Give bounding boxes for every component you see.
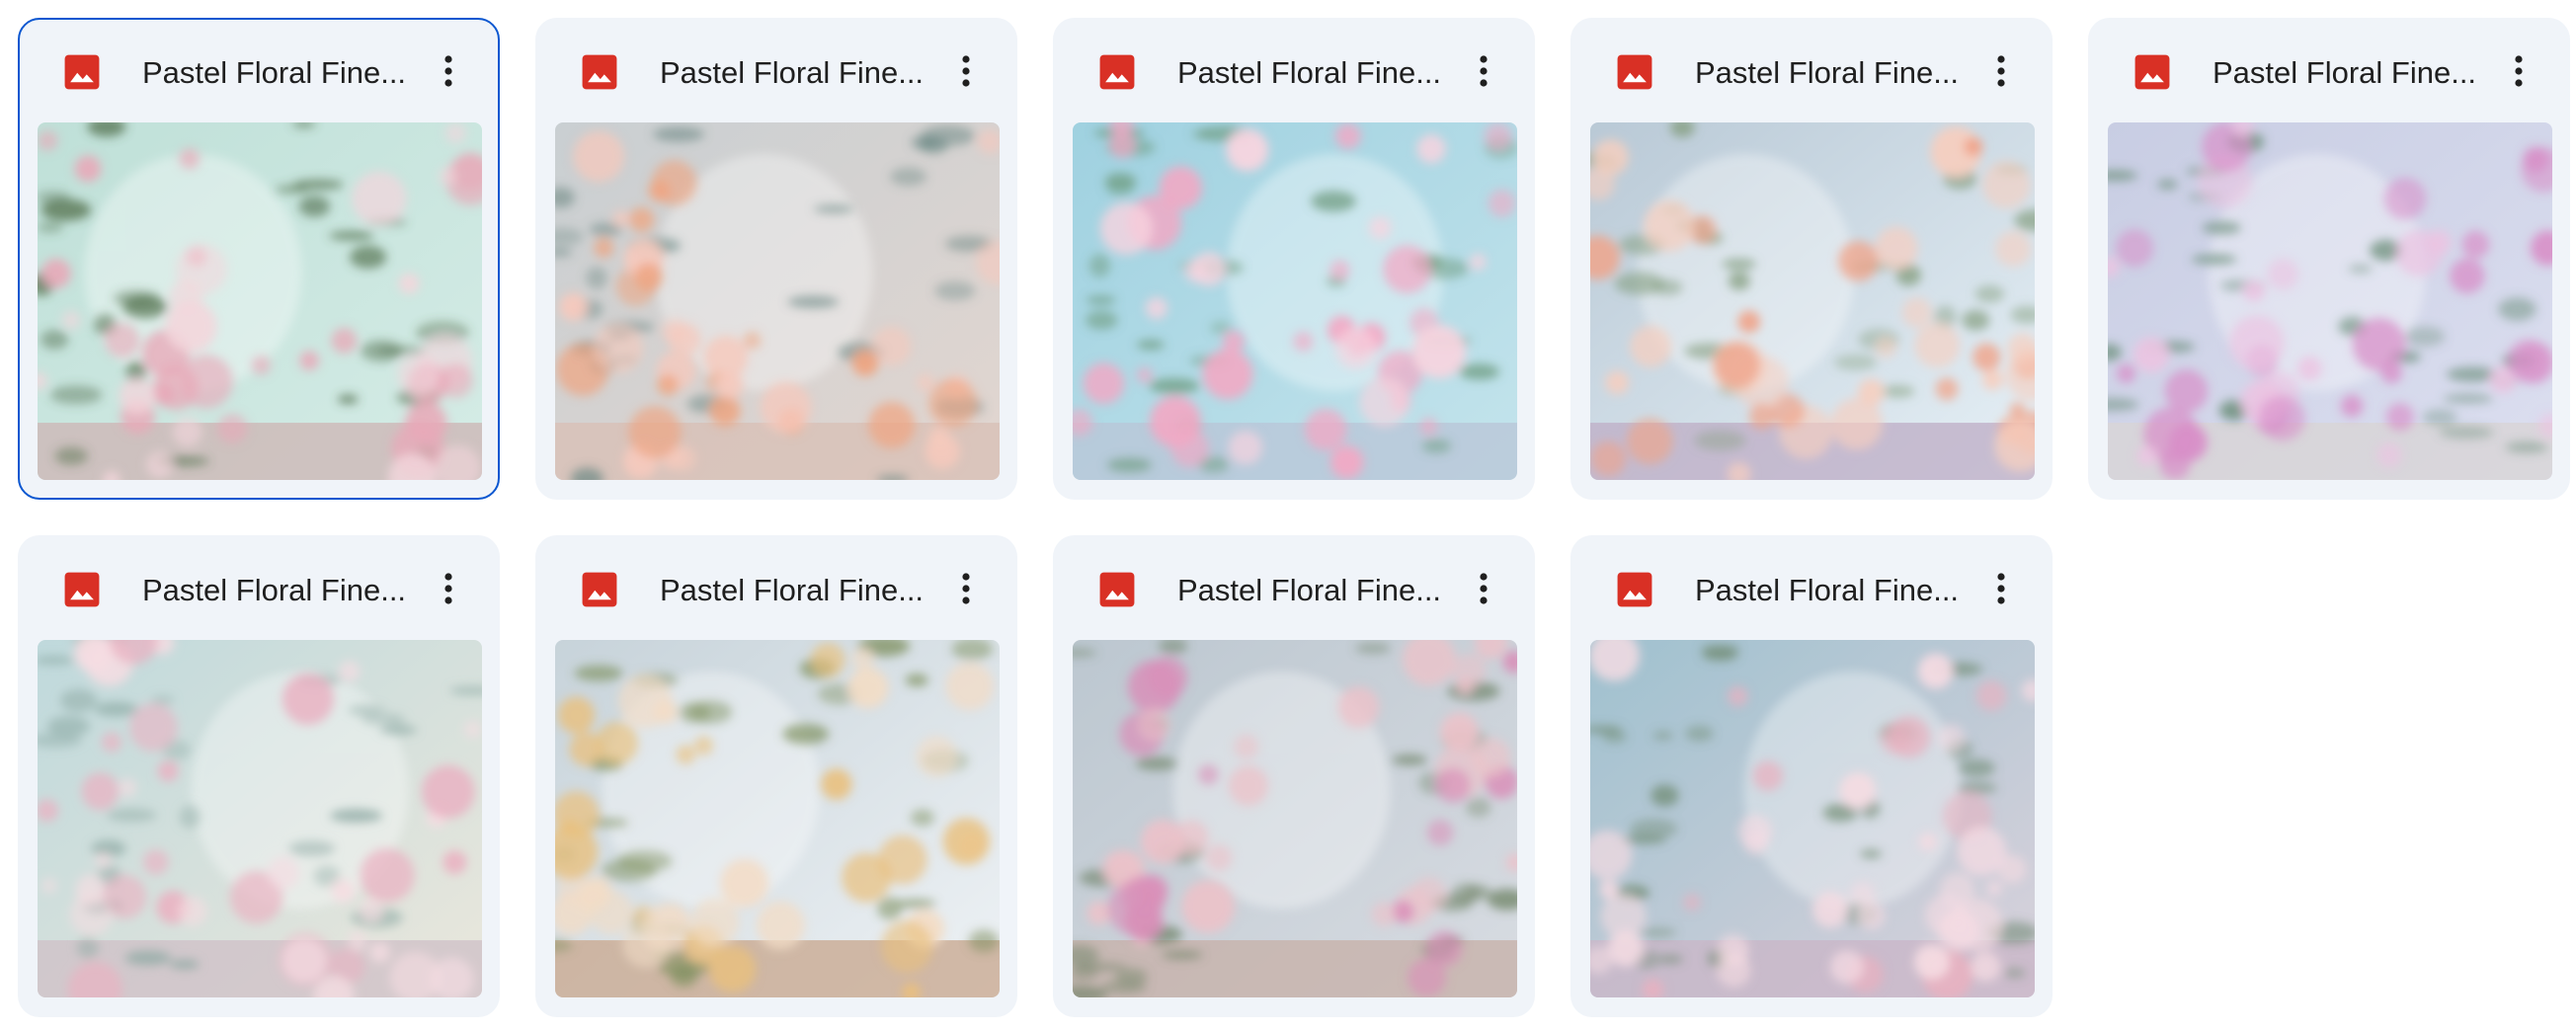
file-card[interactable]: Pastel Floral Fine... [535,18,1017,500]
file-title: Pastel Floral Fine... [660,573,925,607]
floral-backdrop-image [555,122,1000,480]
file-card-header: Pastel Floral Fine... [537,537,1015,640]
file-thumbnail[interactable] [555,640,1000,997]
file-thumbnail[interactable] [2108,122,2552,480]
file-card-header: Pastel Floral Fine... [1055,537,1533,640]
file-title: Pastel Floral Fine... [142,55,407,90]
floral-backdrop-image [38,640,482,997]
file-card-header: Pastel Floral Fine... [1572,20,2051,122]
image-file-icon [63,53,101,91]
file-title: Pastel Floral Fine... [1177,55,1442,90]
floral-backdrop-image [1590,640,2035,997]
file-thumbnail[interactable] [555,122,1000,480]
more-vert-icon[interactable] [1975,563,2027,614]
file-thumbnail[interactable] [1073,122,1517,480]
image-file-icon [1616,53,1653,91]
image-file-icon [581,571,618,608]
file-title: Pastel Floral Fine... [1695,55,1960,90]
more-vert-icon[interactable] [940,563,992,614]
file-card[interactable]: Pastel Floral Fine... [535,535,1017,1017]
file-card[interactable]: Pastel Floral Fine... [1053,18,1535,500]
more-vert-icon[interactable] [1458,563,1509,614]
floral-backdrop-image [1590,122,2035,480]
file-card[interactable]: Pastel Floral Fine... [18,18,500,500]
image-file-icon [1616,571,1653,608]
floral-backdrop-image [38,122,482,480]
floral-backdrop-image [2108,122,2552,480]
more-vert-icon[interactable] [1458,45,1509,97]
floral-backdrop-image [555,640,1000,997]
file-card-header: Pastel Floral Fine... [1055,20,1533,122]
file-card-header: Pastel Floral Fine... [1572,537,2051,640]
more-vert-icon[interactable] [2493,45,2544,97]
file-card-header: Pastel Floral Fine... [20,537,498,640]
image-file-icon [1098,53,1136,91]
file-thumbnail[interactable] [38,640,482,997]
file-card[interactable]: Pastel Floral Fine... [2088,18,2570,500]
more-vert-icon[interactable] [423,45,474,97]
more-vert-icon[interactable] [940,45,992,97]
floral-backdrop-image [1073,122,1517,480]
file-thumbnail[interactable] [1590,122,2035,480]
more-vert-icon[interactable] [1975,45,2027,97]
floral-backdrop-image [1073,640,1517,997]
file-card[interactable]: Pastel Floral Fine... [1570,535,2053,1017]
image-file-icon [2133,53,2171,91]
file-title: Pastel Floral Fine... [1177,573,1442,607]
file-grid: Pastel Floral Fine... Pastel Floral Fine.… [18,18,2570,1017]
file-card[interactable]: Pastel Floral Fine... [1053,535,1535,1017]
image-file-icon [581,53,618,91]
file-thumbnail[interactable] [1073,640,1517,997]
file-title: Pastel Floral Fine... [660,55,925,90]
file-card-header: Pastel Floral Fine... [2090,20,2568,122]
image-file-icon [63,571,101,608]
file-title: Pastel Floral Fine... [142,573,407,607]
file-thumbnail[interactable] [38,122,482,480]
more-vert-icon[interactable] [423,563,474,614]
file-card[interactable]: Pastel Floral Fine... [1570,18,2053,500]
image-file-icon [1098,571,1136,608]
file-card-header: Pastel Floral Fine... [537,20,1015,122]
file-card[interactable]: Pastel Floral Fine... [18,535,500,1017]
file-card-header: Pastel Floral Fine... [20,20,498,122]
file-thumbnail[interactable] [1590,640,2035,997]
file-title: Pastel Floral Fine... [2213,55,2477,90]
file-title: Pastel Floral Fine... [1695,573,1960,607]
